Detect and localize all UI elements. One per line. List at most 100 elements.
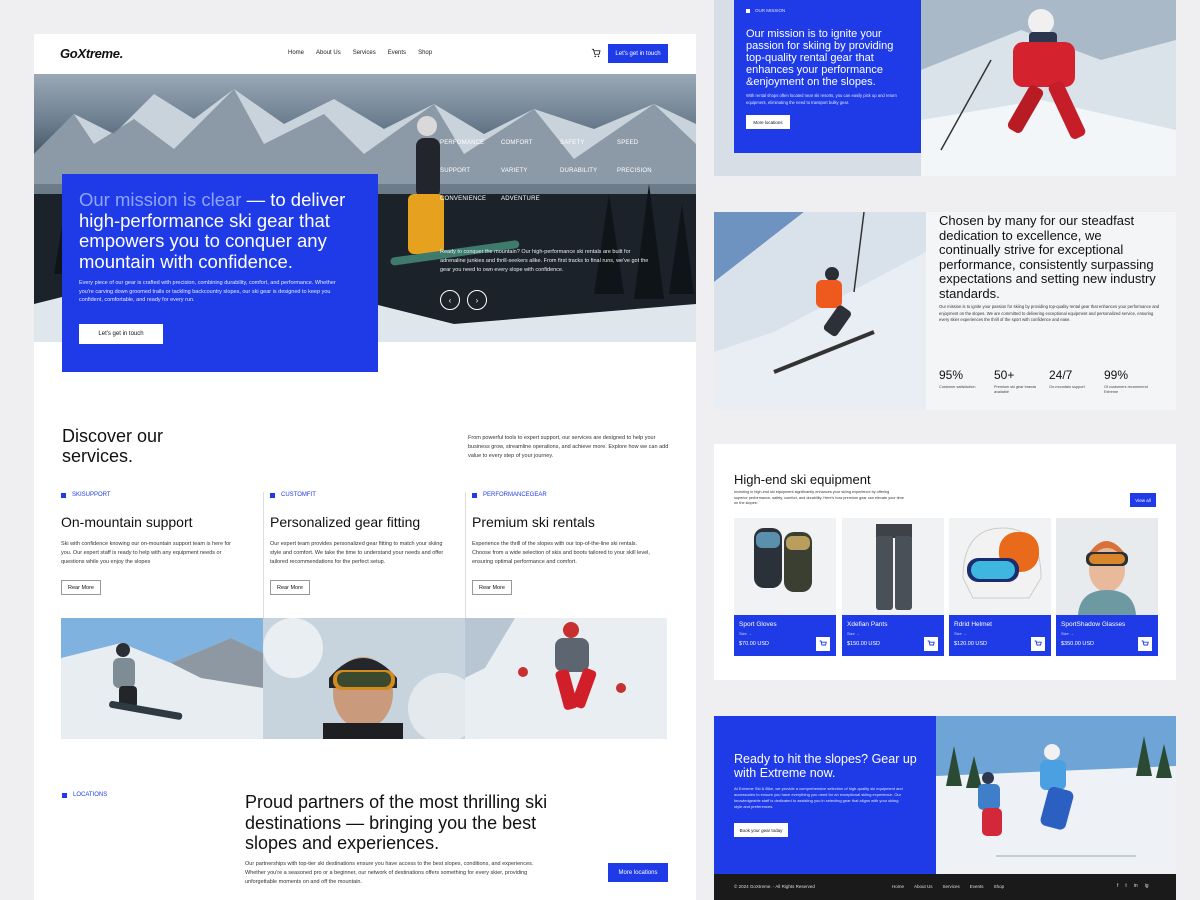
product-info: Xdefian Pants Size → $150.00 USD xyxy=(842,615,944,656)
services-heading-line: Discover our xyxy=(62,426,164,446)
service-card-support: SKISUPPORT On-mountain support Ski with … xyxy=(61,492,241,618)
landing-page-secondary: OUR MISSION Our mission is to ignite you… xyxy=(714,0,1176,900)
nav-item-home[interactable]: Home xyxy=(288,50,304,56)
add-to-cart-button[interactable] xyxy=(1138,637,1152,651)
skier-goggles-photo xyxy=(263,618,465,739)
carousel-next-button[interactable]: › xyxy=(467,290,487,310)
product-image xyxy=(1056,518,1158,615)
product-info: Rdrid Helmet Size → $120.00 USD xyxy=(949,615,1051,656)
product-name: Rdrid Helmet xyxy=(954,621,992,628)
product-size[interactable]: Size → xyxy=(954,631,1046,636)
footer-link-services[interactable]: Services xyxy=(943,884,960,889)
product-name: Sport Gloves xyxy=(739,621,777,628)
footer-link-about[interactable]: About Us xyxy=(914,884,933,889)
product-size[interactable]: Size → xyxy=(739,631,831,636)
read-more-button[interactable]: Rear More xyxy=(270,580,310,596)
twitter-icon[interactable]: t xyxy=(1125,883,1126,889)
hero-tag: SUPPORT xyxy=(440,168,471,174)
service-description: Experience the thrill of the slopes with… xyxy=(472,541,650,565)
mission-description: Every piece of our gear is crafted with … xyxy=(79,280,336,303)
service-description: Ski with confidence knowing our on-mount… xyxy=(61,541,231,565)
skier-orange-jacket-photo xyxy=(714,212,926,410)
mission-heading-secondary: Our mission is to ignite your passion fo… xyxy=(746,28,894,88)
service-tag: SKISUPPORT xyxy=(61,492,241,498)
carousel-prev-button[interactable]: ‹ xyxy=(440,290,460,310)
cta-section: Ready to hit the slopes? Gear up with Ex… xyxy=(714,716,1176,874)
linkedin-icon[interactable]: in xyxy=(1134,883,1138,889)
read-more-button[interactable]: Rear More xyxy=(61,580,101,596)
nav-item-events[interactable]: Events xyxy=(388,50,406,56)
stats-row: 95% Customer satisfaction 50+ Premium ski … xyxy=(939,368,1159,395)
product-info: Sport Gloves Size → $70.00 USD xyxy=(734,615,836,656)
footer-menu: Home About Us Services Events Shop xyxy=(892,884,1004,889)
nav-item-services[interactable]: Services xyxy=(353,50,376,56)
add-to-cart-button[interactable] xyxy=(1031,637,1045,651)
service-description: Our expert team provides personalized ge… xyxy=(270,541,444,565)
stat-value: 99% xyxy=(1104,368,1129,382)
excellence-section: Chosen by many for our steadfast dedicat… xyxy=(714,212,1176,410)
footer-link-home[interactable]: Home xyxy=(892,884,904,889)
cart-icon[interactable] xyxy=(591,48,601,58)
stat-value: 50+ xyxy=(994,368,1015,382)
services-description: From powerful tools to expert support, o… xyxy=(468,435,669,459)
facebook-icon[interactable]: f xyxy=(1117,883,1118,889)
product-info: SportShadow Glasses Size → $350.00 USD xyxy=(1056,615,1158,656)
footer-link-events[interactable]: Events xyxy=(970,884,984,889)
chevron-right-icon: › xyxy=(475,295,479,305)
mission-description-secondary: With rental shops often located near ski… xyxy=(746,93,897,105)
product-card-gloves[interactable]: Sport Gloves Size → $70.00 USD xyxy=(734,518,836,656)
service-photos xyxy=(61,618,668,739)
logo[interactable]: GoXtreme. xyxy=(60,46,123,61)
locations-description: Our partnerships with top-tier ski desti… xyxy=(245,861,534,885)
product-card-helmet[interactable]: Rdrid Helmet Size → $120.00 USD xyxy=(949,518,1051,656)
more-locations-button-secondary[interactable]: More locations xyxy=(746,115,790,129)
cart-icon xyxy=(1034,640,1042,646)
hero-tag: COMFORT xyxy=(501,140,533,146)
skiers-photo xyxy=(936,716,1176,874)
mission-heading-highlight: Our mission is clear xyxy=(79,189,242,210)
top-nav: GoXtreme. Home About Us Services Events … xyxy=(34,34,696,74)
more-locations-button[interactable]: More locations xyxy=(608,863,668,882)
hero-tag: PRECISION xyxy=(617,168,652,174)
stat-value: 24/7 xyxy=(1049,368,1073,382)
locations-tag: LOCATIONS xyxy=(62,792,107,798)
mission-heading: Our mission is clear — to deliver high-p… xyxy=(79,189,361,272)
instagram-icon[interactable]: ig xyxy=(1145,883,1149,889)
product-image xyxy=(734,518,836,615)
social-links: f t in ig xyxy=(1117,883,1149,889)
mission-card-secondary: OUR MISSION Our mission is to ignite you… xyxy=(734,0,921,153)
get-in-touch-button[interactable]: Let's get in touch xyxy=(608,44,668,63)
stat-label: Customer satisfaction xyxy=(939,385,976,389)
footer-link-shop[interactable]: Shop xyxy=(994,884,1005,889)
skier-red-pants-photo xyxy=(465,618,667,739)
mission-get-in-touch-button[interactable]: Let's get in touch xyxy=(79,324,163,344)
service-tag: PERFORMANCEGEAR xyxy=(472,492,652,498)
cart-icon xyxy=(1141,640,1149,646)
nav-item-shop[interactable]: Shop xyxy=(418,50,432,56)
stat-item: 50+ Premium ski gear brands available xyxy=(994,368,1049,395)
add-to-cart-button[interactable] xyxy=(816,637,830,651)
mission-section: OUR MISSION Our mission is to ignite you… xyxy=(714,0,1176,176)
product-card-glasses[interactable]: SportShadow Glasses Size → $350.00 USD xyxy=(1056,518,1158,656)
view-all-button[interactable]: View all xyxy=(1130,493,1156,507)
add-to-cart-button[interactable] xyxy=(924,637,938,651)
hero-tag: VARIETY xyxy=(501,168,528,174)
snowboarder-photo xyxy=(61,618,263,739)
nav-menu: Home About Us Services Events Shop xyxy=(288,50,432,56)
product-size[interactable]: Size → xyxy=(1061,631,1153,636)
nav-item-about[interactable]: About Us xyxy=(316,50,341,56)
footer: © 2024 GoXtreme. - All Rights Reserved H… xyxy=(714,874,1176,900)
cart-icon xyxy=(927,640,935,646)
stat-label: Of customers recommend Extreme xyxy=(1104,385,1148,394)
divider xyxy=(263,492,264,618)
service-card-rentals: PERFORMANCEGEAR Premium ski rentals Expe… xyxy=(472,492,652,618)
hero-tag: SAFETY xyxy=(560,140,585,146)
hero-description: Ready to conquer the mountain? Our high-… xyxy=(440,249,649,273)
book-gear-button[interactable]: Book your gear today xyxy=(734,823,788,837)
product-size[interactable]: Size → xyxy=(847,631,939,636)
read-more-button[interactable]: Rear More xyxy=(472,580,512,596)
hero-feature-tags: PERFOMANCE COMFORT SAFETY SPEED SUPPORT … xyxy=(440,140,670,202)
stat-value: 95% xyxy=(939,368,964,382)
product-image xyxy=(949,518,1051,615)
product-card-pants[interactable]: Xdefian Pants Size → $150.00 USD xyxy=(842,518,944,656)
